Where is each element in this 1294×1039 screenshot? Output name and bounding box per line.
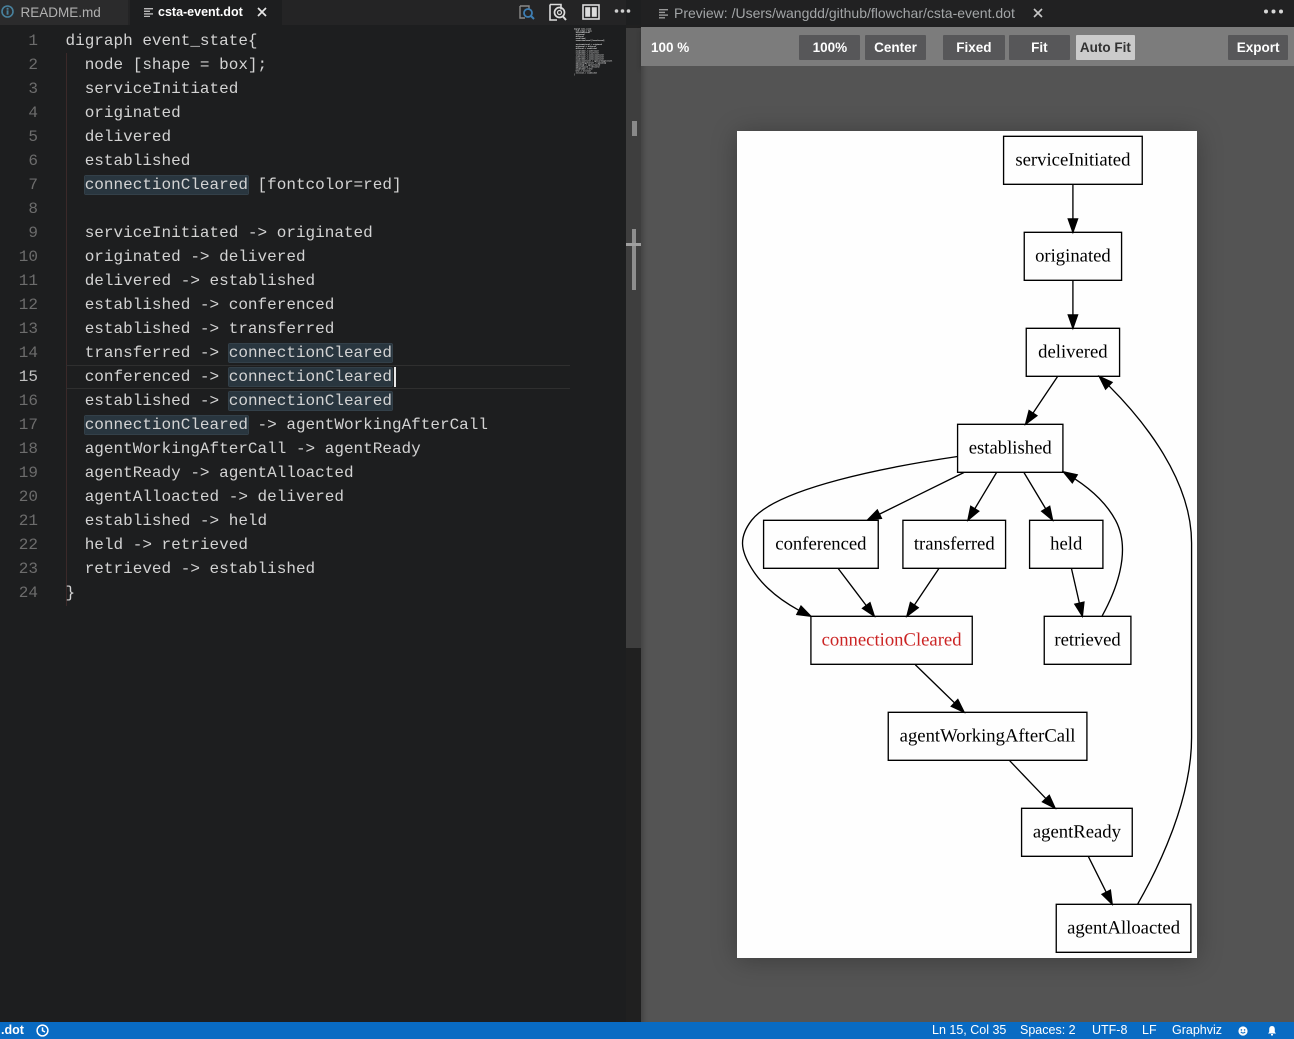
svg-text:conferenced: conferenced: [775, 534, 866, 554]
svg-text:delivered: delivered: [1038, 342, 1107, 362]
svg-text:retrieved: retrieved: [1054, 630, 1120, 650]
svg-text:agentAlloacted: agentAlloacted: [1067, 918, 1180, 938]
svg-text:originated: originated: [1035, 246, 1111, 266]
svg-text:established: established: [969, 438, 1052, 458]
svg-text:agentWorkingAfterCall: agentWorkingAfterCall: [900, 726, 1076, 746]
svg-text:serviceInitiated: serviceInitiated: [1015, 150, 1130, 170]
svg-text:connectionCleared: connectionCleared: [822, 630, 962, 650]
svg-text:held: held: [1050, 534, 1082, 554]
svg-text:transferred: transferred: [914, 534, 995, 554]
svg-text:agentReady: agentReady: [1033, 822, 1121, 842]
